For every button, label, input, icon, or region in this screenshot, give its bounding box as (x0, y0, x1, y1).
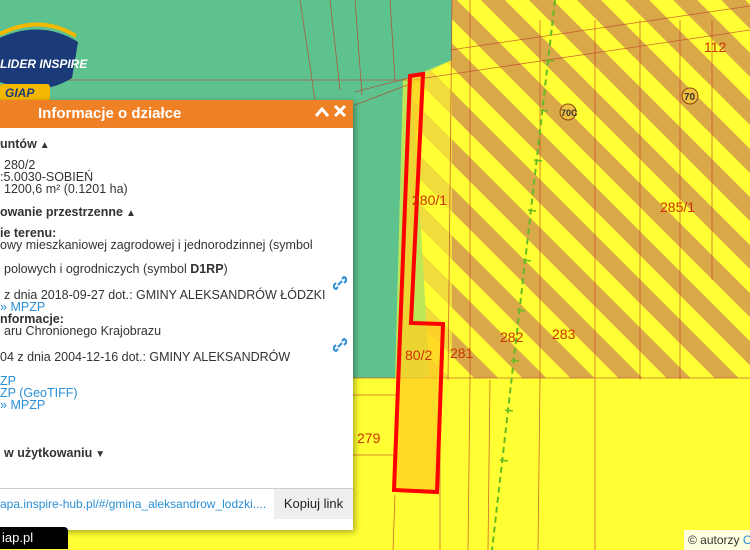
section-usage-label: w użytkowaniu (4, 446, 93, 460)
uchwala-2-mpzp-link[interactable]: » MPZP (0, 398, 45, 412)
collapse-button[interactable] (313, 104, 331, 124)
row-area: 1200,6 m² (0.1201 ha) (4, 182, 128, 196)
chevron-up-icon: ▲ (39, 140, 50, 151)
section-grunty-label: untów (0, 137, 37, 151)
przeznaczenie-text-2: polowych i ogrodniczych (symbol D1RP) (4, 262, 228, 276)
chevron-down-icon: ▼ (95, 449, 106, 460)
copy-link-button[interactable]: Kopiuj link (274, 489, 353, 519)
share-url[interactable]: apa.inspire-hub.pl/#/gmina_aleksandrow_l… (0, 497, 266, 511)
section-usage-header[interactable]: w użytkowaniu ▼ (4, 446, 105, 460)
panel-footer: apa.inspire-hub.pl/#/gmina_aleksandrow_l… (0, 488, 353, 519)
link-icon-2[interactable] (333, 338, 347, 352)
panel-body: untów ▲ 280/2 :5.0030-SOBIEŃ 1200,6 m² (0… (0, 128, 353, 490)
label-112: 112 (704, 39, 727, 55)
status-bar: iap.pl (0, 527, 68, 549)
parcel-info-panel: Informacje o działce untów ▲ 280/2 :5.003… (0, 100, 353, 530)
section-planning-label: owanie przestrzenne (0, 205, 123, 219)
label-282: 282 (500, 329, 524, 345)
uchwala-1: z dnia 2018-09-27 dot.: GMINY ALEKSANDRÓ… (4, 288, 326, 302)
label-280-2: 80/2 (405, 347, 432, 363)
label-70: 70 (684, 92, 696, 103)
label-70c: 70C (561, 108, 578, 118)
uchwala-2-mpzp-label: MPZP (10, 398, 46, 412)
link-icon[interactable] (333, 276, 347, 290)
attribution-prefix: © autorzy (688, 533, 743, 547)
przeznaczenie-text-1: owy mieszkaniowej zagrodowej i jednorodz… (0, 238, 313, 252)
chevron-up-icon: ▲ (125, 208, 136, 219)
przeznaczenie-symbol: D1RP (190, 262, 224, 276)
close-icon (333, 104, 347, 118)
uchwala-2: 04 z dnia 2004-12-16 dot.: GMINY ALEKSAN… (0, 350, 291, 364)
close-button[interactable] (331, 104, 349, 124)
chevron-up-icon (314, 106, 330, 117)
label-281: 281 (450, 345, 474, 361)
logo-title: LIDER INSPIRE (0, 57, 88, 71)
informacje-text: aru Chronionego Krajobrazu (4, 324, 162, 338)
striped-zone (412, 0, 750, 382)
przeznaczenie-text-2-post: ) (223, 262, 228, 276)
attribution-link[interactable]: C (743, 533, 750, 547)
section-grunty-header[interactable]: untów ▲ (0, 137, 50, 151)
link-arrow-icon: » (0, 398, 11, 412)
label-280-1: 280/1 (412, 192, 447, 208)
przeznaczenie-text-2-pre: polowych i ogrodniczych (symbol (4, 262, 191, 276)
label-283: 283 (552, 326, 576, 342)
section-planning-header[interactable]: owanie przestrzenne ▲ (0, 205, 136, 219)
panel-title: Informacje o działce (38, 105, 182, 122)
label-279: 279 (357, 430, 381, 446)
panel-header: Informacje o działce (0, 100, 353, 128)
logo-subtitle: GIAP (5, 86, 35, 100)
attribution: © autorzy C (684, 530, 750, 550)
label-285-1: 285/1 (660, 199, 695, 215)
